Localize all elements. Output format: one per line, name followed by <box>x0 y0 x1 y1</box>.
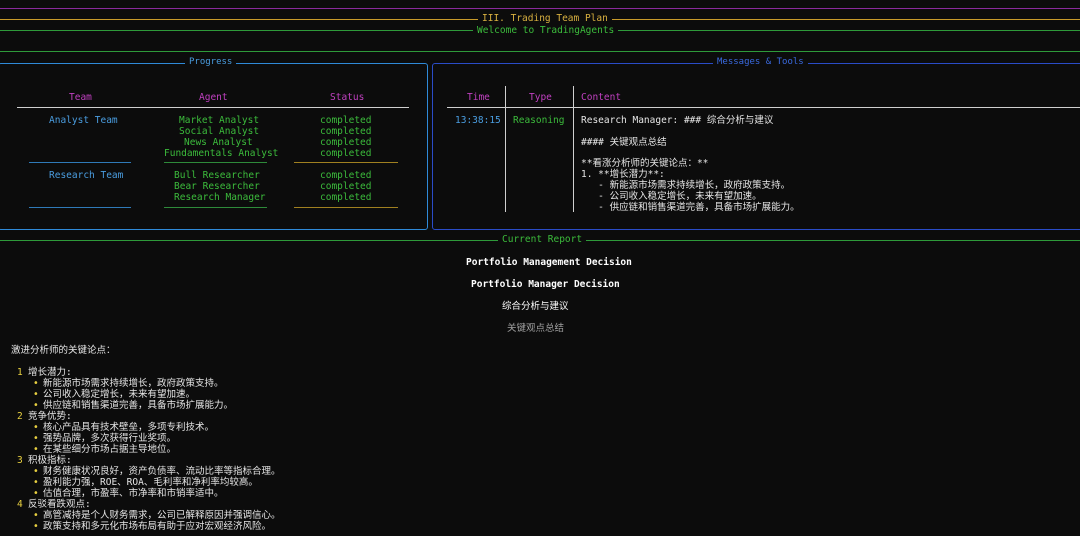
agent-status: completed <box>320 137 372 148</box>
agent-status: completed <box>320 115 372 126</box>
team-separator <box>29 207 131 208</box>
agent-status: completed <box>320 181 372 192</box>
messages-title: Messages & Tools <box>713 57 808 67</box>
bullet-icon: • <box>33 510 39 521</box>
messages-panel: Messages & Tools Time Type Content 13:38… <box>432 57 1080 230</box>
team-separator <box>294 162 398 163</box>
report-heading-3: 综合分析与建议 <box>502 301 569 312</box>
agent-name: Social Analyst <box>179 126 260 137</box>
message-content-line: - 供应链和销售渠道完善，具备市场扩展能力。 <box>581 202 800 213</box>
progress-title: Progress <box>185 57 237 67</box>
progress-panel: Progress Team Agent Status Analyst Team … <box>0 57 428 230</box>
message-type: Reasoning <box>513 115 565 126</box>
section-bullet: 公司收入稳定增长，未来有望加速。 <box>43 389 196 400</box>
section-heading: 反驳看跌观点: <box>28 499 91 510</box>
section-number: 3 <box>17 455 23 466</box>
bullet-icon: • <box>33 422 39 433</box>
message-content-line: #### 关键观点总结 <box>581 137 667 148</box>
agent-name: Bear Researcher <box>174 181 260 192</box>
section-bullet: 估值合理，市盈率、市净率和市销率适中。 <box>43 488 224 499</box>
bullet-icon: • <box>33 444 39 455</box>
bullet-icon: • <box>33 389 39 400</box>
section-bullet: 新能源市场需求持续增长，政府政策支持。 <box>43 378 224 389</box>
section-heading: 积极指标: <box>28 455 72 466</box>
message-content-line: - 公司收入稳定增长，未来有望加速。 <box>581 191 762 202</box>
team-name-analyst: Analyst Team <box>49 115 118 126</box>
progress-col-team: Team <box>69 92 92 103</box>
section-bullet: 政策支持和多元化市场布局有助于应对宏观经济风险。 <box>43 521 272 532</box>
agent-name: Fundamentals Analyst <box>164 148 279 159</box>
bullet-icon: • <box>33 400 39 411</box>
section-bullet: 供应链和销售渠道完善，具备市场扩展能力。 <box>43 400 234 411</box>
section-bullet: 盈利能力强，ROE、ROA、毛利率和净利率均较高。 <box>43 477 258 488</box>
section-heading: 竞争优势: <box>28 411 72 422</box>
agent-name: News Analyst <box>184 137 253 148</box>
bullet-icon: • <box>33 378 39 389</box>
welcome-title: Welcome to TradingAgents <box>473 25 619 36</box>
message-time: 13:38:15 <box>455 115 501 126</box>
team-separator <box>164 207 267 208</box>
report-heading-2: Portfolio Manager Decision <box>471 279 620 290</box>
message-content-line: **看涨分析师的关键论点：** <box>581 158 709 169</box>
agent-status: completed <box>320 148 372 159</box>
bullet-icon: • <box>33 466 39 477</box>
messages-col-divider <box>505 86 506 212</box>
agent-name: Market Analyst <box>179 115 260 126</box>
report-heading-1: Portfolio Management Decision <box>466 257 632 268</box>
section-number: 4 <box>17 499 23 510</box>
team-separator <box>294 207 398 208</box>
top-border <box>0 8 1080 9</box>
messages-header-rule <box>447 107 1080 108</box>
report-intro: 激进分析师的关键论点： <box>11 345 116 356</box>
welcome-bottom-border <box>0 51 1080 52</box>
message-content-line: - 新能源市场需求持续增长，政府政策支持。 <box>581 180 791 191</box>
section-title: III. Trading Team Plan <box>478 13 612 24</box>
bullet-icon: • <box>33 433 39 444</box>
bullet-icon: • <box>33 521 39 532</box>
messages-col-type: Type <box>529 92 552 103</box>
report-heading-4: 关键观点总结 <box>507 323 565 334</box>
bullet-icon: • <box>33 488 39 499</box>
report-title: Current Report <box>498 234 587 245</box>
progress-col-status: Status <box>330 92 365 103</box>
team-separator <box>29 162 131 163</box>
progress-header-rule <box>17 107 409 108</box>
progress-col-agent: Agent <box>199 92 228 103</box>
section-heading: 增长潜力: <box>28 367 72 378</box>
messages-col-divider <box>573 86 574 212</box>
section-bullet: 高管减持是个人财务需求，公司已解释原因并强调信心。 <box>43 510 281 521</box>
agent-name: Bull Researcher <box>174 170 260 181</box>
message-content-line: Research Manager: ### 综合分析与建议 <box>581 115 774 126</box>
section-bullet: 核心产品具有技术壁垒，多项专利技术。 <box>43 422 215 433</box>
agent-name: Research Manager <box>174 192 266 203</box>
messages-col-content: Content <box>581 92 622 103</box>
team-separator <box>164 162 267 163</box>
section-number: 1 <box>17 367 23 378</box>
bullet-icon: • <box>33 477 39 488</box>
section-bullet: 财务健康状况良好，资产负债率、流动比率等指标合理。 <box>43 466 281 477</box>
agent-status: completed <box>320 192 372 203</box>
agent-status: completed <box>320 126 372 137</box>
team-name-research: Research Team <box>49 170 124 181</box>
section-number: 2 <box>17 411 23 422</box>
section-bullet: 强势品牌，多次获得行业奖项。 <box>43 433 177 444</box>
messages-col-time: Time <box>467 92 490 103</box>
section-bullet: 在某些细分市场占据主导地位。 <box>43 444 177 455</box>
message-content-line: 1. **增长潜力**: <box>581 169 665 180</box>
agent-status: completed <box>320 170 372 181</box>
